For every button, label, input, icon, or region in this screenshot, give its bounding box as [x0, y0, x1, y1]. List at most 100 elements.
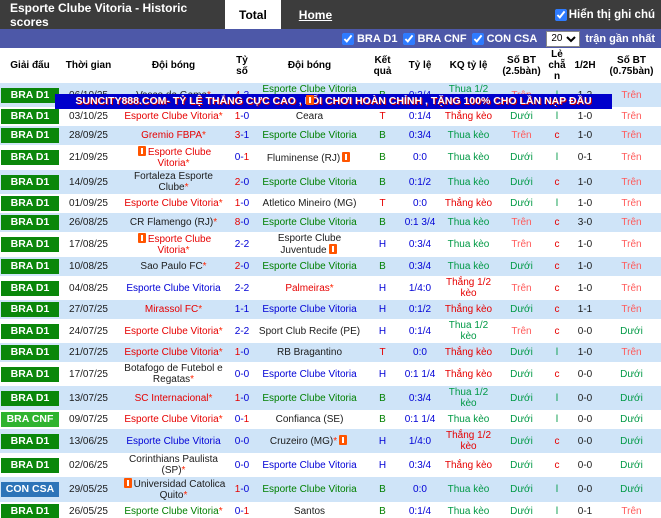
filter-con-csa[interactable]: CON CSA: [471, 32, 537, 45]
odd-even-cell: c: [554, 304, 560, 315]
home-team-cell: Esporte Clube Vitoria*: [117, 107, 230, 126]
odds-cell: 0:1/2: [408, 176, 432, 188]
league-cell: BRA D1: [0, 429, 60, 453]
odds-result-cell: Thua kèo: [447, 414, 490, 425]
titlebar-spacer: [332, 0, 555, 29]
odd-even-cell: c: [554, 282, 560, 294]
filter-bra-cnf-checkbox[interactable]: [402, 32, 415, 45]
league-cell: BRA D1: [0, 319, 60, 343]
league-cell: BRA CNF: [0, 410, 60, 429]
odds-cell: 0:1 1/4: [404, 368, 436, 380]
away-goals: 1: [243, 152, 250, 163]
odd-even-cell: l: [555, 198, 559, 209]
goals-0-75-cell: Trên: [621, 282, 642, 294]
odd-even-cell: l: [555, 392, 559, 404]
league-cell: BRA D1: [0, 257, 60, 276]
date-cell: 17/07/25: [69, 368, 108, 380]
table-row: BRA D1 26/08/25 CR Flamengo (RJ)* 8-0 Esport…: [0, 213, 661, 232]
home-team-cell: CR Flamengo (RJ)*: [117, 213, 230, 232]
away-goals: 0: [243, 347, 250, 358]
odds-result-cell: Thua 1/2 kèo: [448, 320, 489, 342]
half-score-cell: 1-0: [577, 111, 593, 122]
team-name: Mirassol FC: [144, 304, 199, 315]
odd-even-cell: l: [555, 111, 559, 122]
col-header: Tỷ số: [230, 48, 254, 83]
goals-0-75-cell: Trên: [621, 217, 642, 228]
league-badge: BRA D1: [1, 280, 59, 296]
tab-total[interactable]: Total: [225, 0, 281, 29]
odds-cell: 0:3/4: [408, 261, 432, 272]
home-team-cell: Botafogo de Futebol e Regatas*: [117, 362, 230, 386]
home-team-cell: Gremio FBPA*: [117, 126, 230, 145]
odds-result-cell: Thắng kèo: [444, 304, 493, 315]
card-icon: [342, 151, 351, 162]
odds-cell: 0:1 3/4: [404, 217, 436, 228]
odds-result-cell: Thắng kèo: [444, 111, 493, 122]
goals-2-5-cell: Trên: [511, 325, 532, 337]
goals-0-75-cell: Dưới: [620, 325, 643, 337]
date-cell: 03/10/25: [69, 111, 108, 122]
odds-cell: 0:3/4: [408, 130, 432, 141]
odds-result-cell: Thắng kèo: [444, 198, 493, 209]
team-name: Esporte Clube Vitoria: [262, 217, 357, 228]
goals-2-5-cell: Dưới: [510, 368, 533, 380]
table-row: BRA D1 27/07/25 Mirassol FC* 1-1 Esporte Clu…: [0, 300, 661, 319]
filter-bra-d1[interactable]: BRA D1: [341, 32, 398, 45]
filter-bra-d1-checkbox[interactable]: [341, 32, 354, 45]
show-notes-toggle[interactable]: Hiển thị ghi chú: [554, 8, 655, 21]
odd-even-cell: l: [555, 347, 559, 358]
league-badge: BRA D1: [1, 128, 59, 143]
col-header: Lẻ chẵn: [546, 48, 568, 83]
league-badge: BRA D1: [1, 433, 59, 449]
match-count-select[interactable]: 20: [546, 30, 581, 47]
team-name: Confianca (SE): [275, 414, 344, 425]
away-team-cell: Santos: [254, 502, 365, 518]
filter-con-csa-checkbox[interactable]: [471, 32, 484, 45]
goals-0-75-cell: Dưới: [620, 392, 643, 404]
team-name: RB Bragantino: [276, 347, 343, 358]
team-name: Esporte Clube Vitoria: [262, 304, 357, 315]
odd-even-cell: c: [554, 261, 560, 272]
favorite-star: *: [202, 130, 206, 141]
score-cell: 3-1: [230, 126, 254, 145]
team-name: Esporte Clube Vitoria: [262, 392, 357, 404]
home-team-cell: Universidad Catolica Quito*: [117, 477, 230, 502]
goals-2-5-cell: Dưới: [510, 198, 533, 209]
odds-cell: 1/4:0: [408, 435, 432, 447]
odds-result-cell: Thua kèo: [447, 152, 490, 163]
odds-cell: 0:1/4: [408, 325, 432, 337]
title-bar: Esporte Clube Vitoria - Historic scores …: [0, 0, 661, 29]
table-row: BRA D1 21/07/25 Esporte Clube Vitoria* 1-0 R…: [0, 343, 661, 362]
date-cell: 13/07/25: [69, 392, 108, 404]
date-cell: 28/09/25: [69, 130, 108, 141]
favorite-star: *: [218, 506, 223, 517]
odds-cell: 1/4:0: [408, 282, 432, 294]
date-cell: 01/09/25: [69, 198, 108, 209]
col-header: Đội bóng: [117, 48, 230, 83]
away-team-cell: Esporte Clube Vitoria: [254, 386, 365, 410]
tab-home[interactable]: Home: [299, 8, 332, 22]
favorite-star: *: [218, 198, 223, 209]
team-name: Esporte Clube Vitoria: [262, 484, 357, 495]
filter-bra-cnf[interactable]: BRA CNF: [402, 32, 467, 45]
date-cell: 21/09/25: [69, 152, 108, 163]
team-name: Sport Club Recife (PE): [258, 325, 361, 337]
away-goals: 2: [243, 282, 250, 294]
home-team-cell: Mirassol FC*: [117, 300, 230, 319]
away-goals: 2: [243, 239, 250, 250]
show-notes-checkbox[interactable]: [554, 8, 567, 21]
half-score-cell: 1-0: [577, 198, 593, 209]
table-row: BRA D1 14/09/25 Fortaleza Esporte Clube* 2-…: [0, 170, 661, 194]
goals-2-5-cell: Dưới: [510, 435, 533, 447]
half-score-cell: 1-0: [577, 282, 593, 294]
odds-cell: 0:3/4: [408, 239, 432, 250]
date-cell: 26/08/25: [69, 217, 108, 228]
odds-result-cell: Thua kèo: [447, 130, 490, 141]
league-badge: BRA D1: [1, 174, 59, 190]
away-goals: 0: [243, 392, 250, 404]
score-cell: 2-2: [230, 276, 254, 300]
away-team-cell: Ceara: [254, 107, 365, 126]
result-cell: B: [379, 506, 386, 517]
team-name: Esporte Clube Vitoria: [124, 198, 219, 209]
card-icon: [137, 146, 146, 156]
